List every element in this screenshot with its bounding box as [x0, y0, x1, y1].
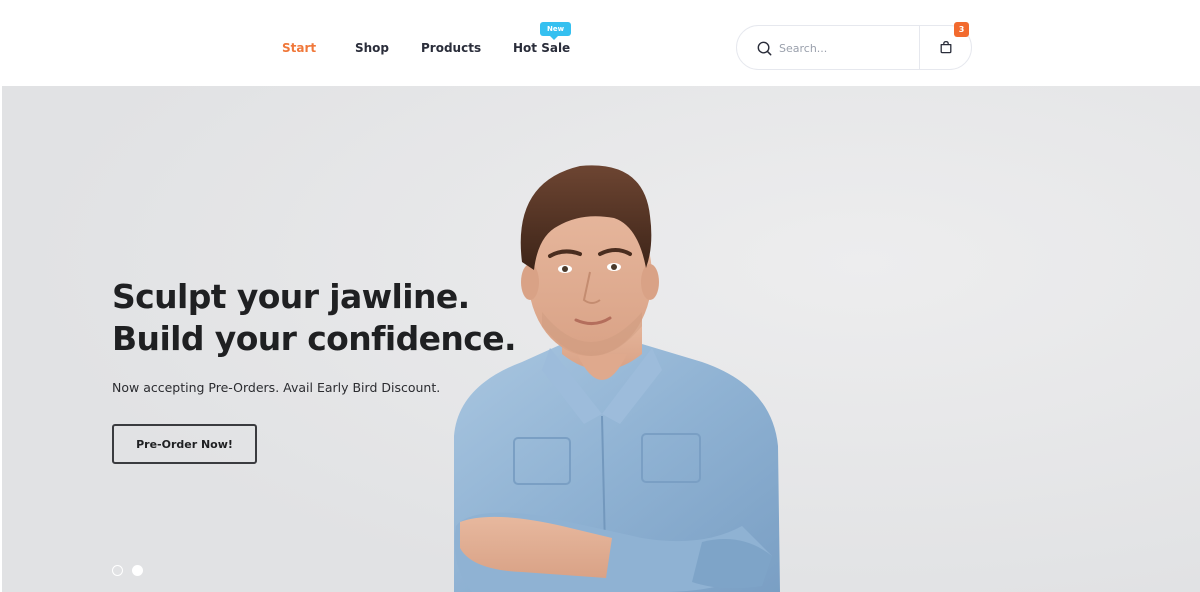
search-bar [736, 25, 972, 70]
slider-dot-2-active[interactable] [132, 565, 143, 576]
hero-subtext: Now accepting Pre-Orders. Avail Early Bi… [112, 380, 441, 395]
pre-order-button[interactable]: Pre-Order Now! [112, 424, 257, 464]
nav-item-start[interactable]: Start [282, 41, 316, 55]
hero-headline-line-2: Build your confidence. [112, 319, 517, 358]
shopping-bag-icon [940, 40, 952, 54]
search-input[interactable] [779, 38, 909, 58]
nav-item-shop[interactable]: Shop [355, 41, 389, 55]
search-icon[interactable] [757, 41, 772, 56]
cart-count-badge: 3 [954, 22, 969, 37]
hero-headline: Sculpt your jawline. Build your confiden… [112, 276, 572, 360]
hero-headline-line-1: Sculpt your jawline. [112, 277, 470, 316]
nav-item-hot-sale[interactable]: Hot Sale [513, 41, 570, 55]
main-nav: Start Shop Products Hot Sale New [0, 0, 700, 86]
site-header: Start Shop Products Hot Sale New 3 [0, 0, 1200, 86]
hero-banner: Sculpt your jawline. Build your confiden… [2, 86, 1200, 592]
slider-dot-1[interactable] [112, 565, 123, 576]
nav-item-products[interactable]: Products [421, 41, 481, 55]
new-badge: New [540, 22, 572, 40]
